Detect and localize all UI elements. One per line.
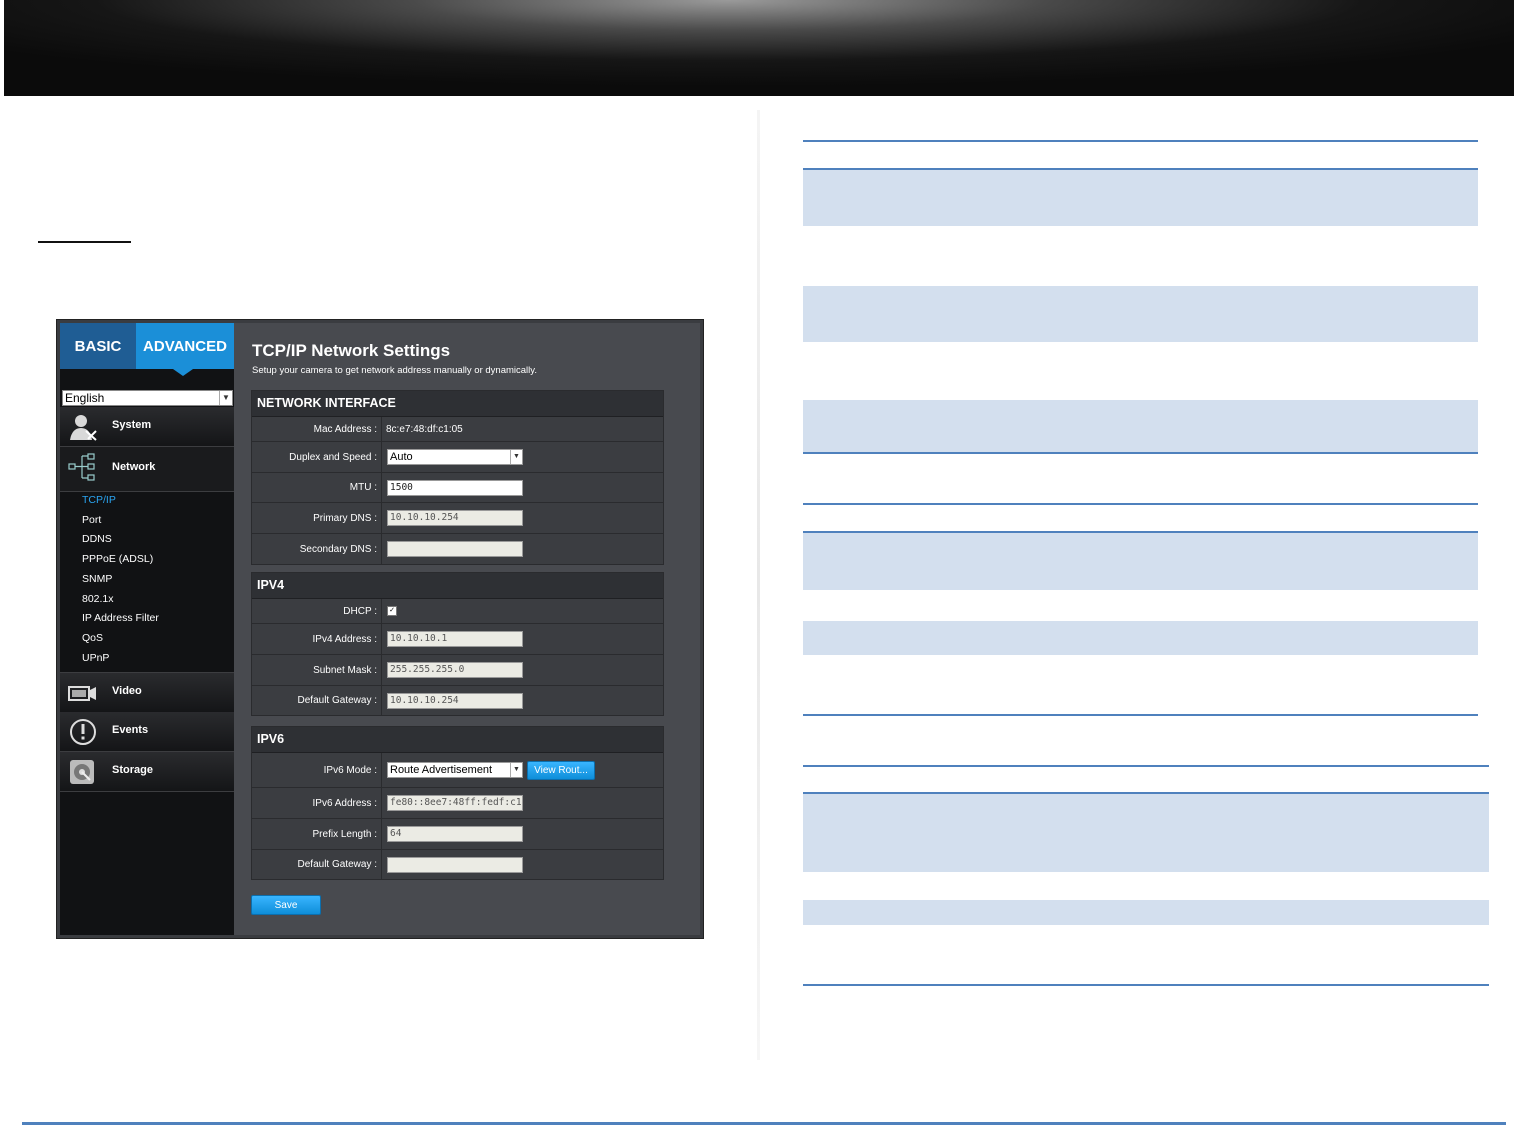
mtu-input[interactable]: 1500 <box>387 479 523 496</box>
ipv6-gateway-label: Default Gateway : <box>252 850 382 879</box>
nav-storage[interactable]: Storage <box>60 752 234 792</box>
alert-circle-icon <box>70 719 96 745</box>
ipv6-mode-value: Route Advertisement <box>390 764 493 776</box>
mac-label: Mac Address : <box>252 417 382 441</box>
nav-network[interactable]: Network <box>60 447 240 492</box>
settings-content: TCP/IP Network Settings Setup your camer… <box>234 323 700 935</box>
mac-row: Mac Address : 8c:e7:48:df:c1:05 <box>252 417 663 442</box>
camera-settings-screenshot: BASIC ADVANCED English ▼ System Network <box>56 319 704 939</box>
chevron-down-icon: ▼ <box>510 763 522 777</box>
ipv6-address-input[interactable]: fe80::8ee7:48ff:fedf:c105 <box>387 795 523 811</box>
duplex-select[interactable]: Auto ▼ <box>387 449 523 465</box>
network-interface-group: NETWORK INTERFACE Mac Address : 8c:e7:48… <box>251 390 664 565</box>
nav-video-label: Video <box>112 685 142 697</box>
ipv4-gateway-input[interactable]: 10.10.10.254 <box>387 692 523 709</box>
ipv6-mode-row: IPv6 Mode : Route Advertisement ▼ View R… <box>252 753 663 788</box>
ipv6-mode-label: IPv6 Mode : <box>252 753 382 787</box>
network-interface-heading: NETWORK INTERFACE <box>252 391 663 417</box>
page-title: TCP/IP Network Settings <box>252 341 451 360</box>
nav-video[interactable]: Video <box>60 672 234 713</box>
nav-system-label: System <box>112 419 152 431</box>
header-banner <box>4 0 1514 96</box>
language-select[interactable]: English ▼ <box>62 390 233 406</box>
ipv6-gateway-input[interactable] <box>387 856 523 873</box>
page-subtitle: Setup your camera to get network address… <box>252 365 537 376</box>
duplex-label: Duplex and Speed : <box>252 442 382 472</box>
prefix-length-label: Prefix Length : <box>252 819 382 849</box>
nav-item-pppoe[interactable]: PPPoE (ADSL) <box>82 553 153 565</box>
ipv6-mode-select[interactable]: Route Advertisement ▼ <box>387 762 523 778</box>
chevron-down-icon: ▼ <box>510 450 522 464</box>
ipv4-address-label: IPv4 Address : <box>252 624 382 654</box>
footer-rule <box>22 1122 1506 1125</box>
dhcp-checkbox[interactable]: ✓ <box>387 606 397 616</box>
duplex-select-value: Auto <box>390 451 413 463</box>
tab-basic[interactable]: BASIC <box>60 323 136 369</box>
ipv6-group: IPV6 IPv6 Mode : Route Advertisement ▼ V… <box>251 726 664 880</box>
mac-value: 8c:e7:48:df:c1:05 <box>386 423 463 435</box>
mtu-row: MTU : 1500 <box>252 473 663 503</box>
nav-events-label: Events <box>112 724 149 736</box>
primary-dns-row: Primary DNS : 10.10.10.254 <box>252 503 663 534</box>
nav-item-qos[interactable]: QoS <box>82 632 103 644</box>
nav-item-snmp[interactable]: SNMP <box>82 573 112 585</box>
save-button[interactable]: Save <box>251 895 321 915</box>
nav-item-ip-filter[interactable]: IP Address Filter <box>82 612 159 624</box>
subnet-mask-row: Subnet Mask : 255.255.255.0 <box>252 655 663 686</box>
nav-item-port[interactable]: Port <box>82 514 101 526</box>
active-tab-pointer <box>173 369 193 376</box>
column-divider <box>757 110 760 1060</box>
nav-storage-label: Storage <box>112 764 153 776</box>
ipv6-gateway-row: Default Gateway : <box>252 850 663 879</box>
nav-network-label: Network <box>112 461 156 473</box>
primary-dns-input[interactable]: 10.10.10.254 <box>387 510 523 526</box>
nav-events[interactable]: Events <box>60 712 234 752</box>
ipv4-gateway-label: Default Gateway : <box>252 686 382 715</box>
dhcp-label: DHCP : <box>252 599 382 623</box>
nav-item-8021x[interactable]: 802.1x <box>82 593 114 605</box>
ipv4-group: IPV4 DHCP : ✓ IPv4 Address : 10.10.10.1 … <box>251 572 664 716</box>
chevron-down-icon: ▼ <box>219 391 232 405</box>
prefix-length-row: Prefix Length : 64 <box>252 819 663 850</box>
subnet-mask-label: Subnet Mask : <box>252 655 382 685</box>
duplex-row: Duplex and Speed : Auto ▼ <box>252 442 663 473</box>
primary-dns-label: Primary DNS : <box>252 503 382 533</box>
secondary-dns-label: Secondary DNS : <box>252 534 382 564</box>
view-routes-button[interactable]: View Rout... <box>527 760 595 780</box>
ipv6-heading: IPV6 <box>252 727 663 753</box>
language-value: English <box>65 391 105 405</box>
nav-item-ddns[interactable]: DDNS <box>82 533 112 545</box>
prefix-length-input[interactable]: 64 <box>387 826 523 842</box>
nav-system[interactable]: System <box>60 407 234 447</box>
secondary-dns-row: Secondary DNS : <box>252 534 663 564</box>
video-camera-icon <box>68 686 96 701</box>
network-tree-icon <box>68 453 95 481</box>
ipv4-gateway-row: Default Gateway : 10.10.10.254 <box>252 686 663 715</box>
ipv6-address-label: IPv6 Address : <box>252 788 382 818</box>
secondary-dns-input[interactable] <box>387 541 523 557</box>
heading-underline <box>38 241 131 243</box>
sidebar: BASIC ADVANCED English ▼ System Network <box>60 323 240 935</box>
tab-advanced[interactable]: ADVANCED <box>136 323 234 369</box>
ipv4-address-input[interactable]: 10.10.10.1 <box>387 631 523 647</box>
subnet-mask-input[interactable]: 255.255.255.0 <box>387 662 523 678</box>
ipv4-address-row: IPv4 Address : 10.10.10.1 <box>252 624 663 655</box>
mtu-label: MTU : <box>252 473 382 502</box>
dhcp-row: DHCP : ✓ <box>252 599 663 624</box>
ipv4-heading: IPV4 <box>252 573 663 599</box>
nav-item-tcpip[interactable]: TCP/IP <box>82 494 116 506</box>
storage-disk-icon <box>70 760 94 784</box>
system-user-icon <box>70 415 97 441</box>
ipv6-address-row: IPv6 Address : fe80::8ee7:48ff:fedf:c105 <box>252 788 663 819</box>
nav-item-upnp[interactable]: UPnP <box>82 652 109 664</box>
